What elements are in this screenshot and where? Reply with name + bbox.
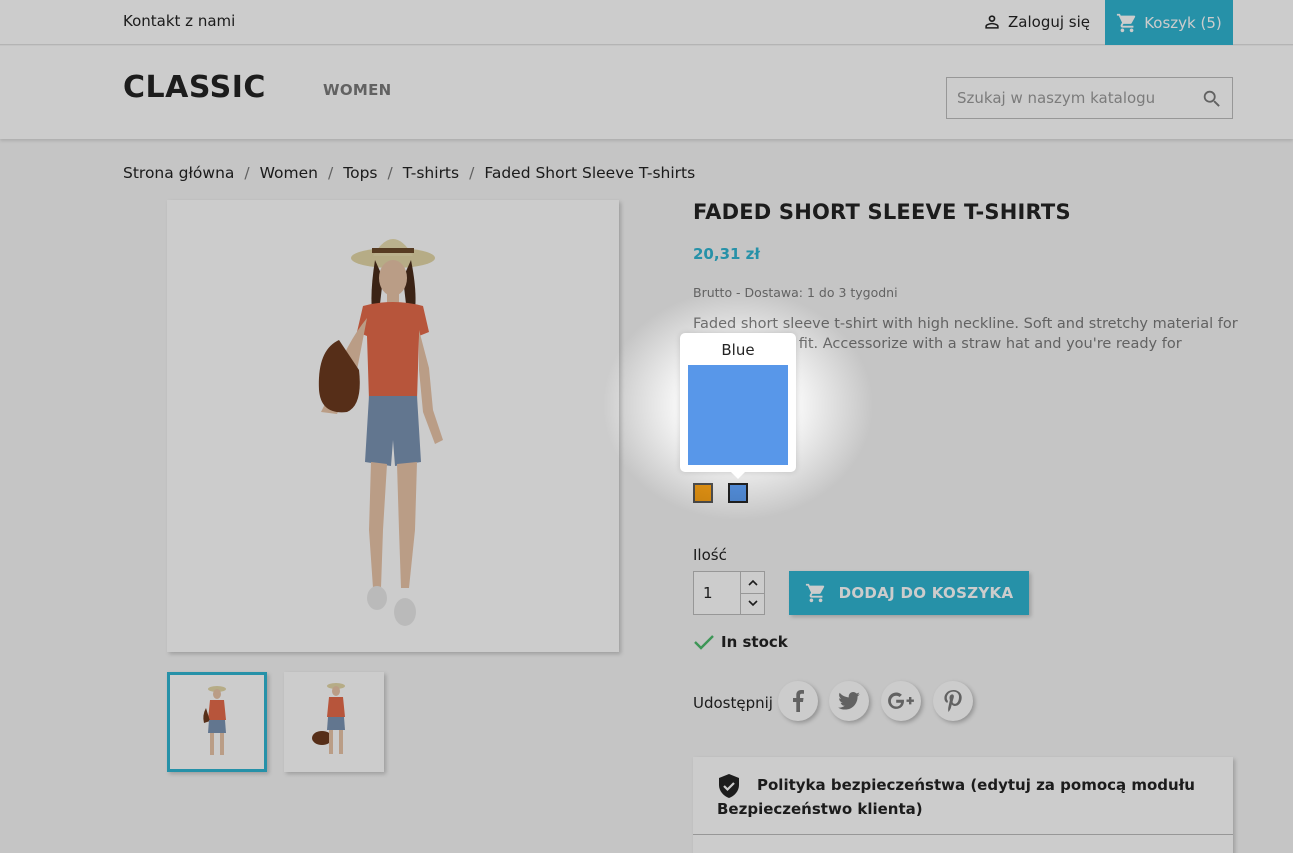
product-title: FADED SHORT SLEEVE T-SHIRTS (693, 200, 1071, 224)
thumbnail-2[interactable] (284, 672, 384, 772)
stock-label: In stock (721, 633, 788, 651)
twitter-share-button[interactable] (829, 681, 869, 721)
breadcrumb-tops[interactable]: Tops (343, 164, 377, 182)
divider (693, 834, 1233, 835)
share-label: Udostępnij (693, 694, 773, 712)
nav-women[interactable]: WOMEN (323, 81, 392, 99)
breadcrumb-separator: / (387, 164, 393, 182)
store-logo[interactable]: CLASSIC (123, 70, 266, 105)
color-swatch-blue[interactable] (728, 483, 748, 503)
thumbnail-photo (203, 686, 226, 755)
header: CLASSIC WOMEN (0, 46, 1293, 139)
chevron-up-icon (747, 579, 758, 586)
user-icon (985, 15, 999, 29)
cart-label: Koszyk (5) (1144, 13, 1222, 32)
breadcrumb-separator: / (469, 164, 475, 182)
quantity-input[interactable] (694, 572, 740, 614)
reassurance-text: Polityka bezpieczeństwa (edytuj za pomoc… (717, 776, 1195, 818)
facebook-share-button[interactable] (778, 681, 818, 721)
tooltip-color-preview (688, 365, 788, 465)
breadcrumb: Strona główna / Women / Tops / T-shirts … (123, 164, 695, 182)
tooltip-label: Blue (721, 341, 755, 359)
thumbnail-1[interactable] (167, 672, 267, 772)
reassurance-block: Polityka bezpieczeństwa (edytuj za pomoc… (693, 757, 1233, 853)
breadcrumb-tshirts[interactable]: T-shirts (403, 164, 459, 182)
breadcrumb-women[interactable]: Women (260, 164, 318, 182)
cart-icon (1117, 13, 1136, 32)
quantity-stepper (693, 571, 765, 615)
stock-status: In stock (693, 633, 788, 651)
top-bar: Kontakt z nami Zaloguj się Koszyk (5) (0, 0, 1293, 45)
contact-link[interactable]: Kontakt z nami (123, 12, 235, 30)
tax-delivery-info: Brutto - Dostawa: 1 do 3 tygodni (693, 285, 898, 300)
cart-icon (805, 583, 824, 603)
quantity-arrows (740, 572, 764, 614)
search-input[interactable] (947, 78, 1187, 118)
pinterest-share-button[interactable] (933, 681, 973, 721)
breadcrumb-separator: / (244, 164, 250, 182)
breadcrumb-home[interactable]: Strona główna (123, 164, 234, 182)
color-swatches (693, 483, 748, 503)
login-label: Zaloguj się (1008, 13, 1090, 31)
search-icon[interactable] (1201, 88, 1223, 110)
product-cover-image[interactable] (167, 200, 619, 652)
add-to-cart-button[interactable]: DODAJ DO KOSZYKA (789, 571, 1029, 615)
quantity-label: Ilość (693, 546, 727, 564)
pinterest-icon (944, 690, 962, 712)
tooltip-arrow (730, 471, 746, 479)
thumbnail-photo (312, 683, 345, 754)
product-price: 20,31 zł (693, 245, 760, 263)
color-tooltip: Blue (680, 333, 796, 479)
chevron-down-icon (747, 600, 758, 607)
login-link[interactable]: Zaloguj się (982, 12, 1090, 32)
facebook-icon (793, 690, 804, 712)
breadcrumb-current: Faded Short Sleeve T-shirts (484, 164, 696, 182)
google-plus-icon (888, 692, 914, 709)
check-icon (694, 635, 714, 650)
add-to-cart-label: DODAJ DO KOSZYKA (838, 584, 1014, 602)
twitter-icon (838, 692, 860, 710)
model-photo (318, 239, 443, 626)
google-plus-share-button[interactable] (881, 681, 921, 721)
quantity-down-button[interactable] (741, 594, 764, 615)
color-swatch-orange[interactable] (693, 483, 713, 503)
quantity-up-button[interactable] (741, 572, 764, 594)
cart-button[interactable]: Koszyk (5) (1105, 0, 1233, 45)
breadcrumb-separator: / (328, 164, 334, 182)
search-box (946, 77, 1233, 119)
